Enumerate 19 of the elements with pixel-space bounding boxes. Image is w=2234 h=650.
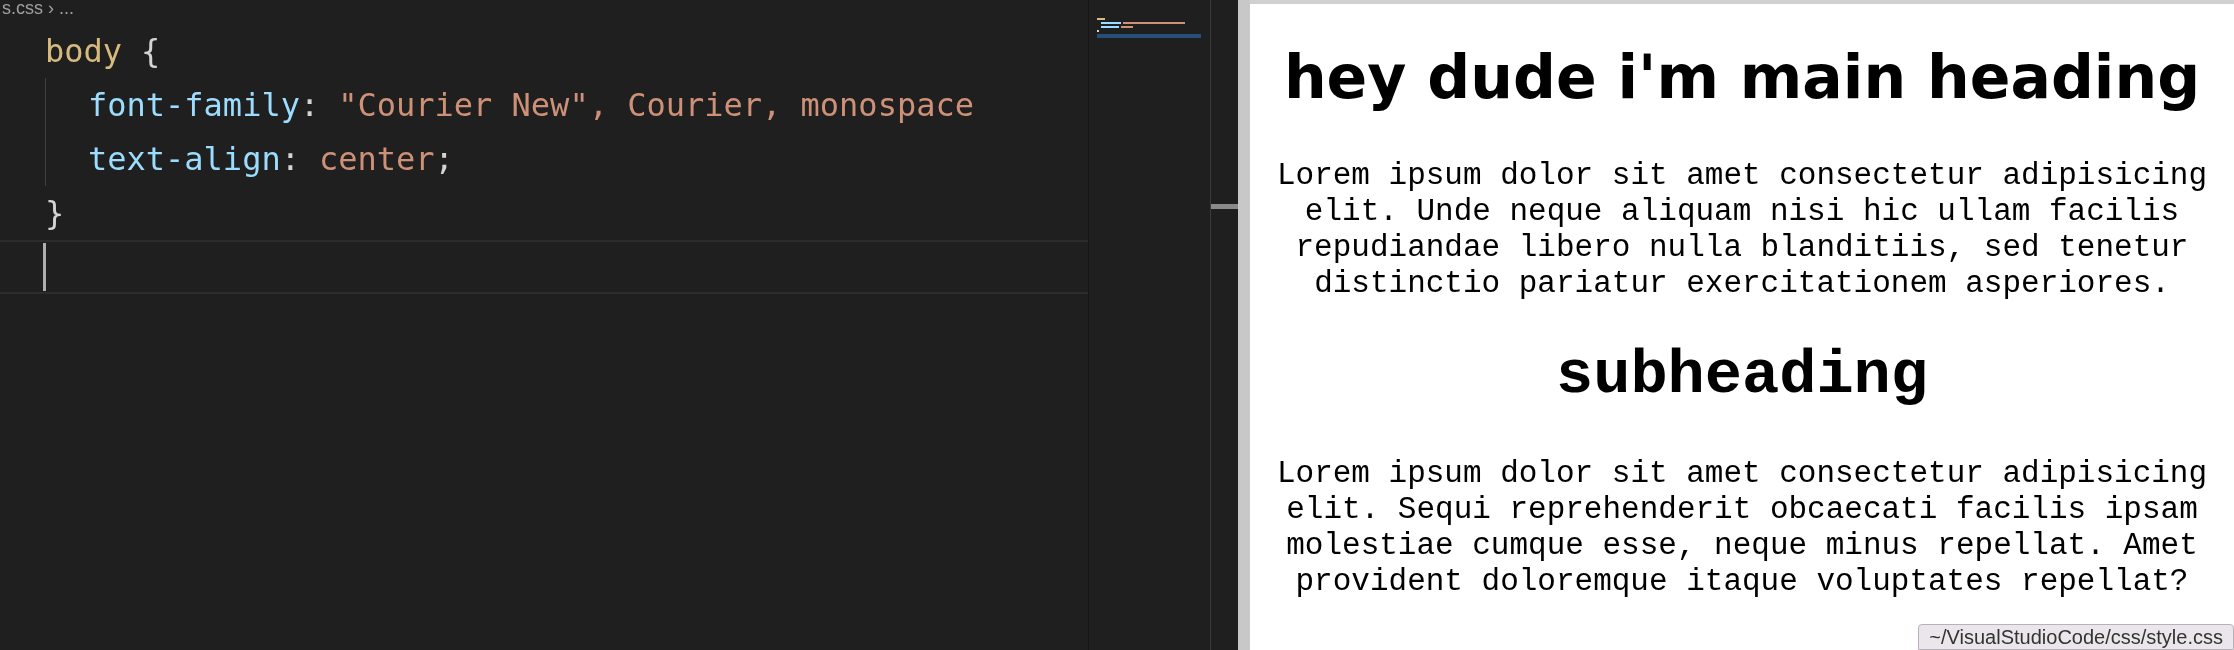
code-colon: : [280, 139, 300, 180]
main-heading: hey dude i'm main heading [1283, 44, 2201, 110]
breadcrumb[interactable]: s.css › ... [2, 0, 74, 18]
code-colon: : [299, 85, 320, 126]
scrollbar-thumb[interactable] [1211, 204, 1238, 209]
path-tooltip: ~/VisualStudioCode/css/style.css [1918, 624, 2234, 650]
code-value: "Courier New", Courier, monospace [338, 85, 974, 126]
code-property: font-family [88, 85, 300, 126]
subheading: subheading [1555, 342, 1929, 411]
code-brace: } [45, 193, 65, 234]
paragraph: Lorem ipsum dolor sit amet consectetur adipisicing elit. Unde neque aliquam nisi hic ullam facilis repudiandae libero nulla blanditiis, sed tenetur distinctio pariatur exercitationem asperiores. [1275, 158, 2209, 302]
code-brace: { [141, 31, 161, 72]
code-value: center [318, 139, 435, 180]
text-cursor [43, 243, 46, 291]
code-selector: body [45, 31, 123, 72]
code-semicolon: ; [434, 139, 454, 180]
paragraph: Lorem ipsum dolor sit amet consectetur adipisicing elit. Sequi reprehenderit obcaecati facilis ipsam molestiae cumque esse, neque minus repellat. Amet provident doloremque itaque voluptates repellat? [1275, 456, 2209, 601]
code-property: text-align [88, 139, 281, 180]
scrollbar[interactable] [1210, 0, 1238, 650]
